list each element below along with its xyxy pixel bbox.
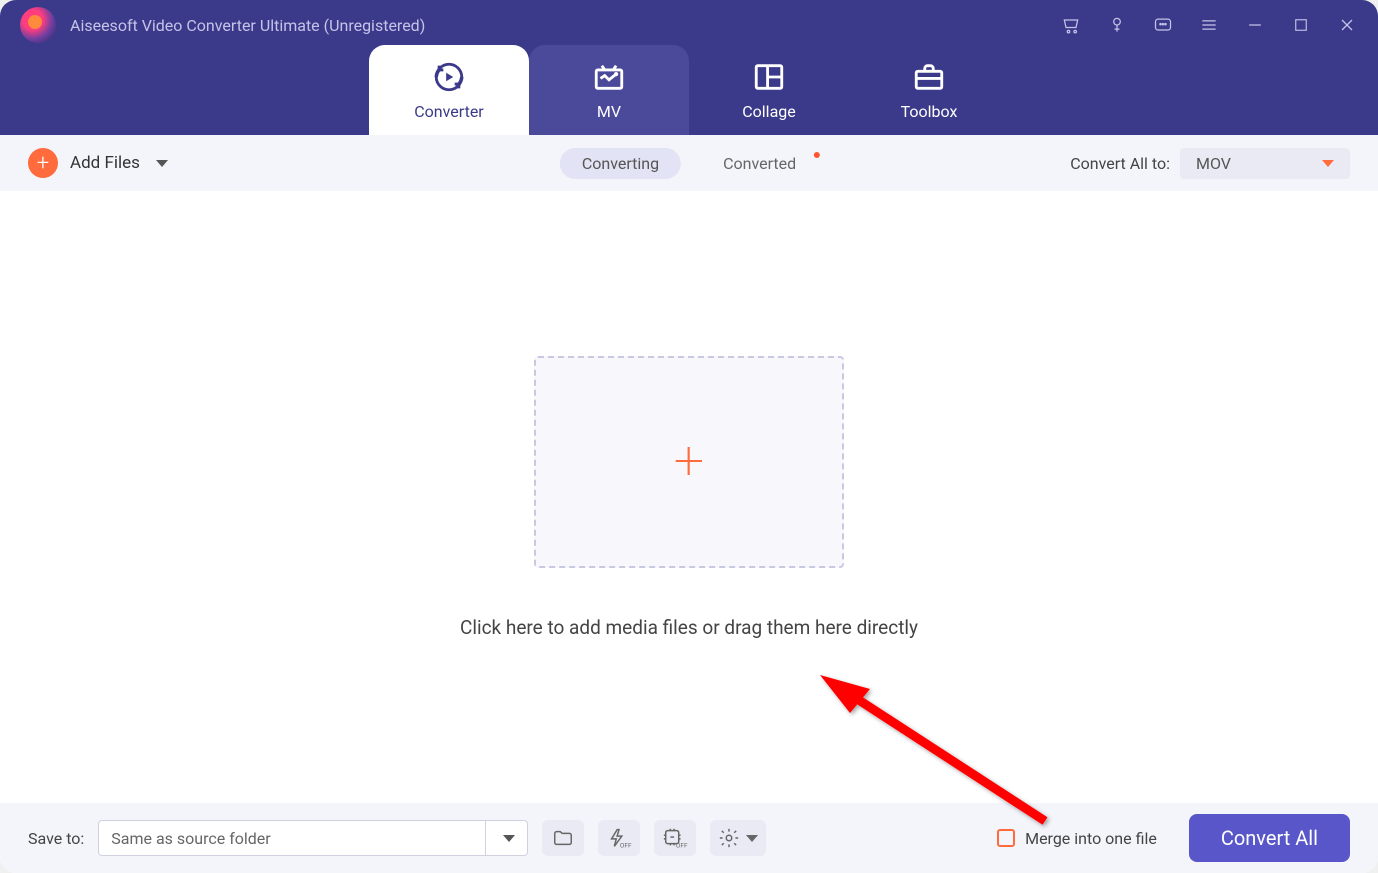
converting-tab[interactable]: Converting (560, 148, 681, 179)
tab-collage[interactable]: Collage (689, 45, 849, 135)
chevron-down-icon (746, 835, 758, 842)
chevron-down-icon[interactable] (156, 160, 168, 167)
chevron-down-icon (1322, 160, 1334, 167)
menu-icon[interactable] (1198, 14, 1220, 36)
app-logo-icon (20, 7, 56, 43)
add-files-button[interactable]: + Add Files (28, 148, 168, 178)
convert-all-label: Convert All (1221, 826, 1318, 850)
app-title: Aiseesoft Video Converter Ultimate (Unre… (70, 16, 425, 35)
notification-dot-icon (814, 152, 820, 158)
close-icon[interactable] (1336, 14, 1358, 36)
save-to-label: Save to: (28, 829, 84, 848)
output-format-value: MOV (1196, 154, 1231, 173)
output-format-select[interactable]: MOV (1180, 148, 1350, 179)
hardware-accel-button[interactable]: OFF (598, 820, 640, 856)
tab-mv-label: MV (597, 102, 621, 121)
merge-checkbox[interactable]: Merge into one file (997, 829, 1157, 848)
converting-label: Converting (582, 154, 659, 173)
tab-toolbox-label: Toolbox (901, 102, 958, 121)
tab-converter[interactable]: Converter (369, 45, 529, 135)
add-files-dropzone[interactable]: + (534, 356, 844, 568)
tab-collage-label: Collage (742, 102, 796, 121)
plus-icon: + (28, 148, 58, 178)
settings-button[interactable] (710, 820, 766, 856)
tab-converter-label: Converter (414, 102, 483, 121)
dropzone-hint: Click here to add media files or drag th… (460, 616, 918, 639)
svg-text:OFF: OFF (620, 841, 632, 849)
converted-label: Converted (723, 154, 796, 173)
high-speed-button[interactable]: OFF (654, 820, 696, 856)
save-path-select[interactable]: Same as source folder (98, 820, 528, 856)
tab-mv[interactable]: MV (529, 45, 689, 135)
save-path-value: Same as source folder (99, 829, 485, 848)
add-files-label: Add Files (70, 153, 140, 173)
merge-label: Merge into one file (1025, 829, 1157, 848)
feedback-icon[interactable] (1152, 14, 1174, 36)
tab-toolbox[interactable]: Toolbox (849, 45, 1009, 135)
convert-all-to-label: Convert All to: (1070, 154, 1170, 173)
open-folder-button[interactable] (542, 820, 584, 856)
convert-all-button[interactable]: Convert All (1189, 814, 1350, 862)
converted-tab[interactable]: Converted (701, 148, 818, 179)
key-icon[interactable] (1106, 14, 1128, 36)
maximize-icon[interactable] (1290, 14, 1312, 36)
checkbox-icon (997, 829, 1015, 847)
svg-text:OFF: OFF (676, 841, 688, 849)
chevron-down-icon[interactable] (485, 821, 527, 855)
plus-icon: + (674, 430, 704, 493)
minimize-icon[interactable] (1244, 14, 1266, 36)
cart-icon[interactable] (1060, 14, 1082, 36)
